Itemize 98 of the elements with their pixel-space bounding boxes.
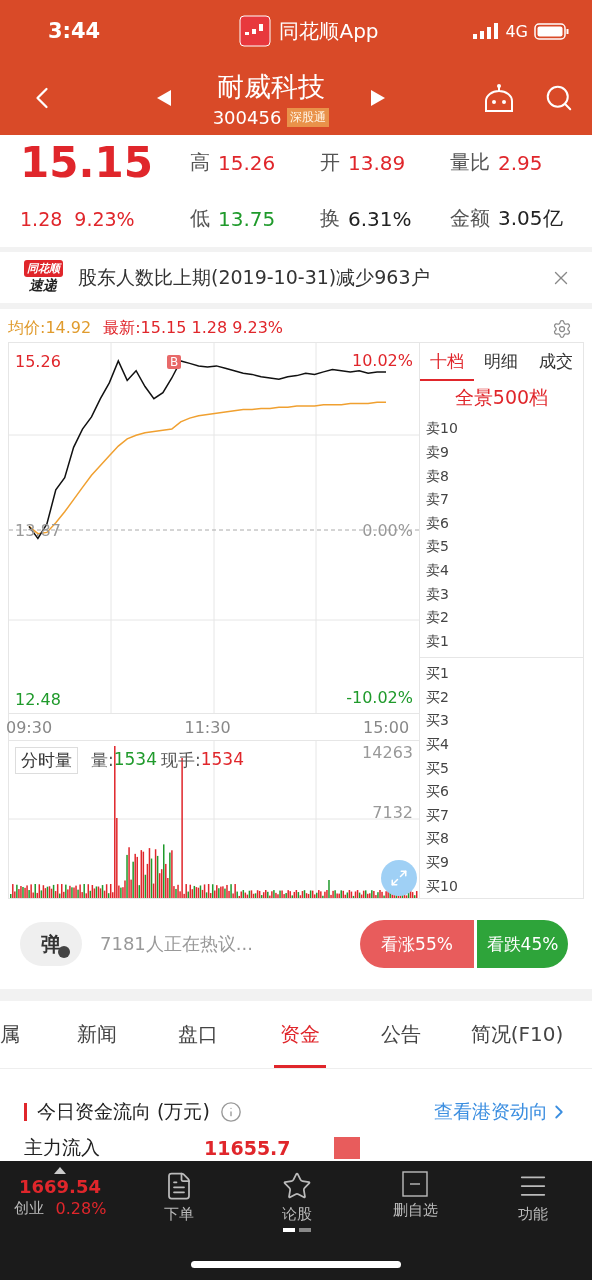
stat-label: 低 [190, 205, 210, 233]
stat-value: 13.89 [348, 150, 406, 175]
time-label: 15:00 [362, 718, 410, 738]
hk-fund-link[interactable]: 查看港资动向 [434, 1099, 570, 1126]
stat-value: 15.26 [218, 150, 276, 175]
volume-max-label: 14263 [362, 743, 413, 763]
max-price-label: 15.26 [15, 351, 61, 371]
section-tab[interactable]: 属 [0, 1000, 46, 1069]
order-book-tab[interactable]: 明细 [474, 343, 529, 382]
up-triangle-icon [54, 1167, 66, 1175]
price-change-percent: 9.23% [74, 207, 135, 230]
settings-icon[interactable] [552, 318, 572, 339]
stat-label: 金额 [450, 205, 490, 233]
ask-level-label: 卖9 [426, 442, 450, 462]
flow-label: 主力流入 [24, 1135, 101, 1161]
stat-label: 高 [190, 149, 210, 177]
order-book-tab[interactable]: 成交 [528, 343, 583, 382]
news-headline[interactable]: 股东人数比上期(2019-10-31)减少963户 [78, 264, 538, 291]
status-time: 3:44 [48, 19, 102, 43]
average-series-name: 均价 [8, 318, 40, 338]
section-tab[interactable]: 盘口 [147, 1000, 249, 1069]
ask-level-label: 卖4 [426, 560, 450, 580]
stat-label: 量比 [450, 149, 490, 177]
index-name: 创业 [13, 1199, 44, 1219]
depth-label: 全景500档 [453, 385, 550, 411]
flow-value: 11655.7 [204, 1137, 292, 1160]
volume-value: 1534 [113, 749, 157, 772]
current-price: 15.15 [20, 138, 154, 188]
min-percent-label: -10.02% [346, 688, 413, 708]
toolbar-button[interactable]: 下单 [164, 1167, 194, 1233]
stat-value: 2.95 [498, 150, 543, 175]
section-tab[interactable]: 新闻 [46, 1000, 148, 1069]
bid-level-label: 买10 [426, 876, 459, 896]
hand-value: 1534 [200, 749, 244, 772]
ask-level-label: 卖6 [426, 513, 450, 533]
toolbar-button[interactable]: 功能 [518, 1167, 548, 1233]
volume-mid-label: 7132 [372, 803, 413, 823]
battery-icon [534, 22, 570, 40]
ask-level-label: 卖2 [426, 608, 450, 628]
max-percent-label: 10.02% [352, 351, 413, 371]
stat-value: 6.31% [348, 206, 412, 231]
news-source-label: 速递 [29, 277, 57, 296]
base-percent-label: 0.00% [362, 520, 413, 540]
signal-icon [473, 23, 500, 39]
time-label: 11:30 [184, 718, 231, 738]
bid-level-label: 买4 [426, 735, 450, 755]
average-price-value: :14.92 [40, 318, 92, 338]
section-tab[interactable]: 公告 [350, 1000, 452, 1069]
stat-label: 换 [320, 205, 340, 233]
expand-button[interactable] [381, 860, 417, 897]
ask-level-label: 卖8 [426, 466, 450, 486]
stat-value: 3.05亿 [498, 205, 563, 233]
stock-name: 耐威科技 [217, 69, 325, 104]
volume-label: 量: [91, 749, 114, 773]
news-source-logo: 同花顺 [23, 260, 63, 278]
app-logo-icon [239, 15, 272, 47]
bid-level-label: 买3 [426, 711, 450, 731]
ask-level-label: 卖10 [426, 419, 459, 439]
index-value[interactable]: 1669.54 [19, 1176, 101, 1198]
latest-series-name: 最新 [103, 318, 136, 338]
app-name: 同花顺App [279, 17, 379, 45]
section-tab[interactable]: 资金 [249, 1000, 351, 1069]
order-book-tab[interactable]: 十档 [420, 343, 475, 382]
fund-flow-title: 今日资金流向 (万元) [37, 1099, 210, 1125]
bid-level-label: 买1 [426, 664, 450, 684]
buy-marker: B [167, 355, 182, 370]
hand-label: 现手: [161, 749, 201, 773]
index-percent: 0.28% [55, 1199, 107, 1219]
ask-level-label: 卖3 [426, 584, 450, 604]
stat-label: 开 [320, 149, 340, 177]
ask-level-label: 卖7 [426, 490, 450, 510]
connect-tag: 深股通 [287, 107, 330, 127]
page-dots-icon [283, 1228, 311, 1233]
network-label: 4G [505, 21, 528, 41]
info-icon[interactable] [219, 1101, 242, 1124]
stat-value: 13.75 [218, 206, 276, 231]
min-price-label: 12.48 [15, 689, 61, 709]
bid-level-label: 买7 [426, 805, 450, 825]
time-label: 09:30 [5, 718, 53, 738]
bid-level-label: 买2 [426, 687, 450, 707]
stock-code: 300456 [212, 106, 282, 128]
volume-mode-button[interactable]: 分时量 [15, 747, 78, 775]
toolbar-button[interactable]: 论股 [282, 1167, 312, 1233]
latest-price-value: :15.15 1.28 9.23% [135, 318, 284, 338]
robot-icon[interactable] [482, 83, 516, 114]
price-change: 1.28 [20, 207, 63, 230]
expand-arrows-icon [390, 869, 408, 888]
minus-square-icon [402, 1171, 428, 1198]
bid-level-label: 买6 [426, 782, 450, 802]
bid-level-label: 买9 [426, 853, 450, 873]
ask-level-label: 卖1 [426, 631, 450, 651]
bullet-comment-button[interactable]: 弹 [20, 922, 82, 967]
flow-bar [334, 1137, 360, 1160]
ask-level-label: 卖5 [426, 537, 450, 557]
section-tab[interactable]: 简况(F10) [452, 1000, 582, 1069]
bid-level-label: 买8 [426, 829, 450, 849]
toolbar-button[interactable]: 删自选 [392, 1167, 438, 1233]
bid-level-label: 买5 [426, 758, 450, 778]
